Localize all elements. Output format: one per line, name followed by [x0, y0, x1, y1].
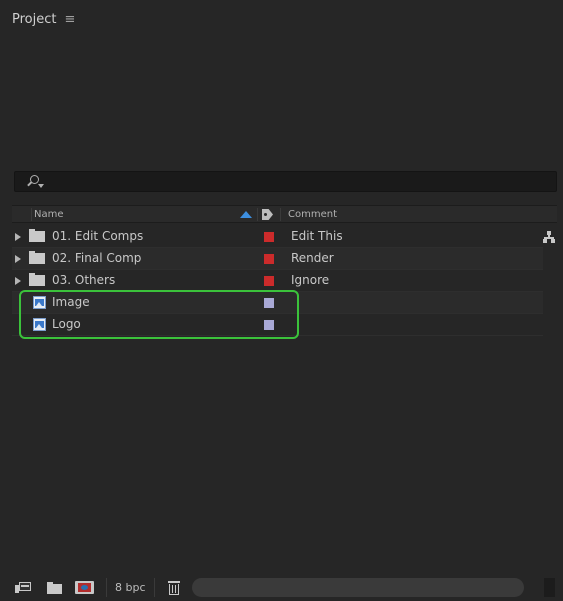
expand-arrow-icon[interactable]	[15, 233, 21, 241]
label-tag-icon[interactable]	[262, 209, 273, 220]
item-comment[interactable]: Render	[291, 251, 334, 265]
flowchart-icon[interactable]	[543, 231, 555, 243]
column-divider	[31, 208, 32, 221]
label-color-swatch[interactable]	[264, 232, 274, 242]
project-items-list: 01. Edit Comps Edit This 02. Final Comp …	[12, 226, 543, 336]
panel-title[interactable]: Project	[12, 12, 56, 27]
sort-ascending-icon[interactable]	[240, 211, 252, 218]
item-name: 02. Final Comp	[52, 251, 142, 265]
label-color-swatch[interactable]	[264, 320, 274, 330]
item-name: 01. Edit Comps	[52, 229, 144, 243]
search-input[interactable]	[51, 174, 531, 189]
bit-depth-button[interactable]: 8 bpc	[106, 578, 155, 597]
panel-footer: 8 bpc	[8, 577, 555, 598]
image-file-icon	[33, 296, 46, 309]
panel-header: Project ≡	[12, 8, 75, 30]
scrollbar-end	[544, 578, 555, 597]
expand-arrow-icon[interactable]	[15, 255, 21, 263]
label-color-swatch[interactable]	[264, 254, 274, 264]
item-comment[interactable]: Ignore	[291, 273, 329, 287]
column-name[interactable]: Name	[34, 209, 64, 220]
search-icon[interactable]	[27, 174, 45, 189]
folder-icon	[29, 229, 45, 242]
item-comment[interactable]: Edit This	[291, 229, 343, 243]
horizontal-scrollbar[interactable]	[192, 578, 524, 597]
trash-icon[interactable]	[168, 580, 180, 595]
column-divider	[257, 208, 258, 221]
item-name: Logo	[52, 317, 81, 331]
column-header: Name Comment	[12, 205, 557, 223]
image-file-icon	[33, 318, 46, 331]
label-color-swatch[interactable]	[264, 298, 274, 308]
list-item-image[interactable]: Logo	[12, 314, 543, 336]
column-divider	[280, 208, 281, 221]
list-item-folder[interactable]: 02. Final Comp Render	[12, 248, 543, 270]
new-folder-icon[interactable]	[47, 580, 63, 595]
panel-menu-icon[interactable]: ≡	[64, 12, 75, 27]
label-color-swatch[interactable]	[264, 276, 274, 286]
list-item-folder[interactable]: 03. Others Ignore	[12, 270, 543, 292]
item-name: Image	[52, 295, 90, 309]
item-name: 03. Others	[52, 273, 116, 287]
search-bar[interactable]	[14, 171, 557, 192]
interpret-footage-icon[interactable]	[15, 580, 31, 595]
column-comment[interactable]: Comment	[288, 209, 337, 220]
list-item-folder[interactable]: 01. Edit Comps Edit This	[12, 226, 543, 248]
folder-icon	[29, 251, 45, 264]
expand-arrow-icon[interactable]	[15, 277, 21, 285]
new-composition-icon[interactable]	[75, 580, 95, 595]
list-item-image[interactable]: Image	[12, 292, 543, 314]
project-panel: Project ≡ Name Comment 01. Edit Comps Ed…	[0, 0, 563, 601]
folder-icon	[29, 273, 45, 286]
preview-area	[8, 32, 555, 164]
